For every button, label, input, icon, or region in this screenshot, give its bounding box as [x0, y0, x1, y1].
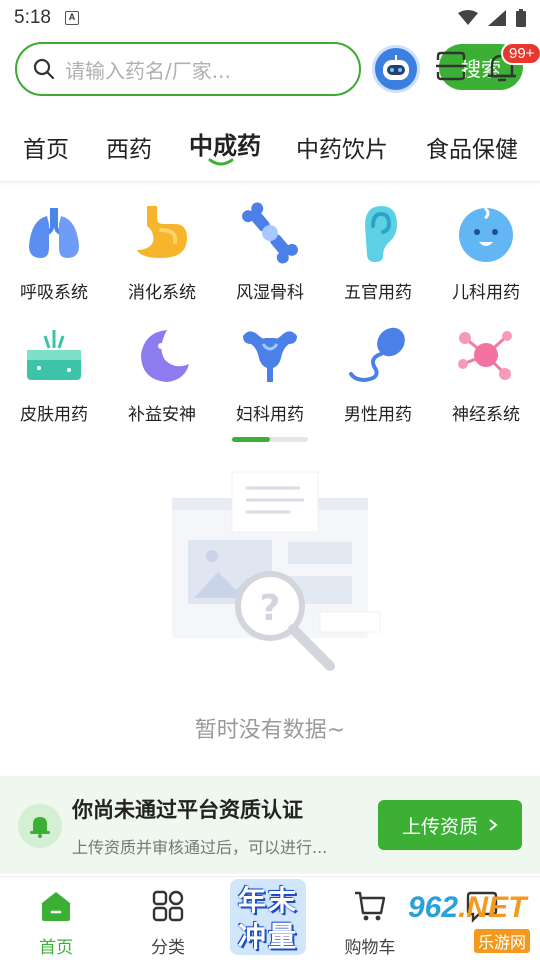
search-icon — [33, 58, 55, 80]
assistant-robot-icon[interactable] — [372, 45, 420, 93]
cart-icon — [355, 891, 386, 921]
certification-subtitle: 上传资质并审核通过后，可以进行... — [72, 838, 328, 857]
category-label: 男性用药 — [344, 405, 412, 425]
category-tabs: 首页 西药 中成药 中药饮片 食品保健 — [0, 118, 540, 182]
category-ent[interactable]: 五官用药 — [324, 202, 432, 303]
svg-text:?: ? — [260, 588, 281, 629]
lungs-icon — [29, 208, 79, 258]
category-label: 儿科用药 — [452, 283, 520, 303]
category-tonic-sedative[interactable]: 补益安神 — [108, 324, 216, 425]
active-tab-indicator — [208, 158, 234, 166]
uterus-icon — [243, 331, 297, 382]
category-digestive[interactable]: 消化系统 — [108, 202, 216, 303]
nav-category[interactable]: 分类 — [128, 889, 208, 958]
scan-icon[interactable] — [435, 50, 467, 82]
certification-banner: 你尚未通过平台资质认证 上传资质并审核通过后，可以进行... 上传资质 — [0, 776, 540, 874]
search-placeholder: 请输入药名/厂家... — [65, 58, 231, 83]
category-label: 消化系统 — [128, 283, 196, 303]
category-male[interactable]: 男性用药 — [324, 324, 432, 425]
category-dermatology[interactable]: 皮肤用药 — [0, 324, 108, 425]
nav-home-label: 首页 — [39, 938, 73, 958]
watermark-part-b: .NET — [458, 891, 527, 924]
promo-line2: 冲量 — [237, 920, 298, 953]
category-pediatrics[interactable]: 儿科用药 — [432, 202, 540, 303]
tab-herbal-pieces[interactable]: 中药饮片 — [296, 130, 388, 164]
nav-cart[interactable]: 购物车 — [330, 889, 410, 958]
category-label: 皮肤用药 — [20, 405, 88, 425]
search-input[interactable]: 请输入药名/厂家... — [15, 42, 361, 96]
category-gynecology[interactable]: 妇科用药 — [216, 324, 324, 425]
notification-icon: A — [64, 11, 79, 25]
nav-home[interactable]: 首页 — [16, 889, 96, 958]
neuron-icon — [458, 331, 512, 380]
certification-title: 你尚未通过平台资质认证 — [72, 798, 303, 822]
category-label: 风湿骨科 — [236, 283, 304, 303]
category-nervous-system[interactable]: 神经系统 — [432, 324, 540, 425]
promo-banner-icon[interactable]: 年末 冲量 — [226, 877, 310, 957]
signal-icon — [488, 10, 506, 26]
watermark-subtext: 乐游网 — [474, 929, 531, 953]
watermark-part-a: 962 — [408, 891, 459, 924]
upload-qualification-label: 上传资质 — [401, 815, 478, 838]
empty-data-illustration: ? — [172, 471, 381, 671]
category-label: 五官用药 — [344, 283, 412, 303]
wifi-icon — [458, 10, 478, 25]
home-icon — [42, 892, 70, 921]
status-icons — [458, 9, 526, 27]
promo-line1: 年末 — [237, 884, 298, 917]
chevron-right-icon — [489, 819, 498, 831]
stomach-icon — [137, 206, 187, 258]
tab-western-medicine[interactable]: 西药 — [106, 130, 152, 164]
category-label: 妇科用药 — [236, 405, 304, 425]
category-label: 呼吸系统 — [20, 283, 88, 303]
category-page-indicator-fill — [232, 437, 270, 442]
category-page-indicator — [232, 437, 308, 442]
ear-icon — [365, 206, 397, 262]
moon-icon — [141, 330, 189, 382]
status-time: 5:18 — [14, 7, 51, 28]
category-respiratory[interactable]: 呼吸系统 — [0, 202, 108, 303]
watermark-text: 962.NET — [408, 891, 526, 925]
message-count-badge: 99+ — [501, 42, 540, 65]
certification-bell-icon — [18, 804, 62, 848]
watermark-logo: 962.NET 乐游网 — [400, 889, 536, 955]
skin-icon — [27, 330, 81, 380]
category-rheumatism-orthopedics[interactable]: 风湿骨科 — [216, 202, 324, 303]
search-row: 请输入药名/厂家... 搜索 99+ — [15, 42, 540, 98]
bone-joint-icon — [242, 202, 298, 264]
nav-cart-label: 购物车 — [344, 938, 396, 958]
battery-icon — [516, 9, 526, 27]
sperm-icon — [349, 327, 405, 383]
baby-face-icon — [459, 206, 513, 262]
nav-category-label: 分类 — [151, 938, 185, 958]
tab-home[interactable]: 首页 — [23, 130, 69, 164]
bottom-navigation: 首页 分类 年末 冲量 购物车 962.NET 乐游网 — [0, 876, 540, 960]
category-grid-icon — [152, 890, 184, 922]
status-bar: 5:18 A — [0, 0, 540, 36]
category-label: 神经系统 — [452, 405, 520, 425]
category-label: 补益安神 — [128, 405, 196, 425]
tab-chinese-patent-medicine[interactable]: 中成药 — [189, 126, 261, 161]
empty-state-text: 暂时没有数据~ — [194, 718, 346, 743]
upload-qualification-button[interactable]: 上传资质 — [378, 800, 522, 850]
tab-health-food[interactable]: 食品保健 — [426, 130, 518, 164]
